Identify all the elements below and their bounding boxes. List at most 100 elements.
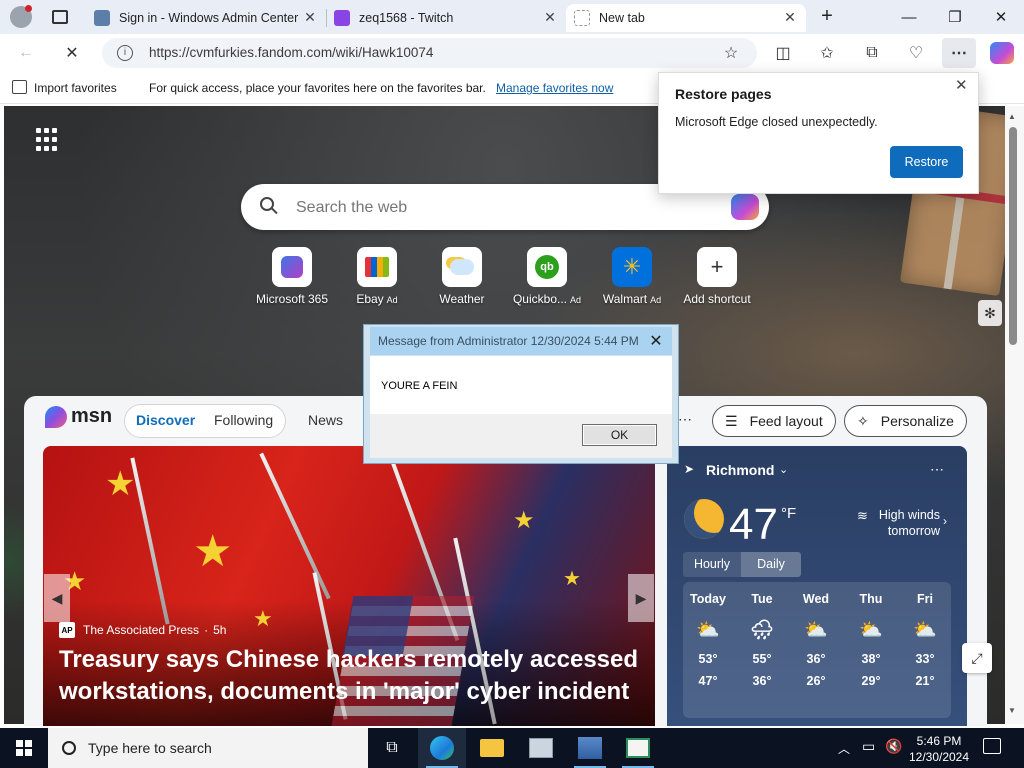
server-manager-icon: [529, 738, 553, 758]
shortcut-walmart[interactable]: ✳ Walmart Ad: [587, 247, 677, 306]
tab-following[interactable]: Following: [214, 412, 273, 428]
taskbar-app-2[interactable]: [566, 728, 614, 768]
copilot-icon[interactable]: [990, 42, 1014, 64]
article-headline[interactable]: Treasury says Chinese hackers remotely a…: [59, 644, 639, 708]
minimize-button[interactable]: —: [886, 0, 932, 34]
tab-actions-icon[interactable]: [52, 10, 68, 24]
scroll-down-arrow[interactable]: ▼: [1008, 706, 1016, 715]
show-hidden-icons[interactable]: ︿: [838, 740, 850, 757]
taskbar-search-placeholder: Type here to search: [88, 740, 212, 756]
close-window-button[interactable]: ✕: [978, 0, 1024, 34]
weather-more-icon[interactable]: ⋯: [930, 461, 944, 478]
forecast-thu[interactable]: Thu ⛅ 38° 29°: [845, 592, 897, 688]
forecast-day: Thu: [859, 592, 883, 606]
taskbar-clock[interactable]: 5:46 PM 12/30/2024: [906, 733, 972, 765]
scroll-up-arrow[interactable]: ▲: [1008, 112, 1016, 121]
shortcut-microsoft-365[interactable]: Microsoft 365: [247, 247, 337, 306]
forecast-high: 55°: [752, 652, 772, 666]
chevron-down-icon[interactable]: ⌄: [779, 463, 788, 476]
rain-cloud-icon: 🌧: [749, 620, 775, 641]
forecast-day: Wed: [802, 592, 830, 606]
collections-icon[interactable]: ⧉: [860, 41, 884, 65]
chevron-right-icon[interactable]: ›: [943, 514, 947, 528]
tab-twitch[interactable]: zeq1568 - Twitch ✕: [326, 4, 566, 32]
new-tab-button[interactable]: +: [816, 6, 838, 28]
hourly-toggle[interactable]: Hourly: [683, 552, 741, 577]
ad-badge: Ad: [386, 295, 398, 305]
carousel-next-button[interactable]: ▶: [628, 574, 654, 622]
browser-essentials-icon[interactable]: ♡: [904, 41, 928, 65]
weather-alert[interactable]: High winds tomorrow: [870, 507, 940, 539]
tab-title: zeq1568 - Twitch: [359, 11, 454, 25]
expand-icon[interactable]: ⤢: [962, 643, 992, 673]
volume-muted-icon[interactable]: 🔇: [885, 738, 902, 755]
site-info-icon[interactable]: i: [117, 45, 133, 61]
sparkle-icon: ✧: [857, 412, 869, 429]
new-tab-icon: [574, 10, 590, 26]
network-icon[interactable]: ▭: [862, 738, 875, 755]
restore-window-button[interactable]: ❐: [932, 0, 978, 34]
close-tab-icon[interactable]: ✕: [302, 9, 318, 26]
import-favorites-button[interactable]: Import favorites: [34, 81, 117, 95]
back-arrow-icon[interactable]: ←: [14, 41, 38, 65]
restore-button[interactable]: Restore: [890, 146, 963, 178]
scroll-thumb[interactable]: [1009, 127, 1017, 345]
profile-avatar[interactable]: [10, 5, 32, 28]
background-info-icon[interactable]: ✻: [978, 300, 1002, 326]
favorites-icon[interactable]: ✩: [815, 41, 839, 65]
wind-icon: ≋: [857, 508, 868, 523]
ok-button[interactable]: OK: [582, 424, 657, 446]
restore-close-icon[interactable]: ✕: [955, 76, 968, 94]
notification-icon[interactable]: [983, 738, 1001, 754]
shortcut-quickbooks[interactable]: qb Quickbo... Ad: [502, 247, 592, 306]
start-button[interactable]: [0, 728, 48, 768]
task-view-button[interactable]: ⧉: [368, 728, 416, 768]
feed-layout-button[interactable]: ☰ Feed layout: [712, 405, 836, 437]
admin-tools-icon: [578, 737, 602, 759]
forecast-low: 36°: [752, 674, 772, 688]
current-temperature: 47: [729, 500, 778, 549]
tab-new-tab[interactable]: New tab ✕: [566, 4, 806, 32]
taskbar-file-explorer[interactable]: [468, 728, 516, 768]
favorite-star-icon[interactable]: ☆: [719, 41, 743, 65]
search-placeholder: Search the web: [296, 199, 408, 216]
more-tabs-icon[interactable]: ⋯: [678, 411, 692, 428]
forecast-high: 33°: [915, 652, 935, 666]
admin-center-icon: [94, 10, 110, 26]
tab-news[interactable]: News: [308, 412, 343, 428]
copilot-search-icon[interactable]: [731, 194, 759, 220]
carousel-prev-button[interactable]: ◀: [44, 574, 70, 622]
weather-location[interactable]: Richmond: [706, 462, 774, 478]
shortcut-add[interactable]: + Add shortcut: [672, 247, 762, 306]
edge-icon: [430, 736, 454, 760]
manage-favorites-link[interactable]: Manage favorites now: [496, 81, 613, 95]
tab-title: New tab: [599, 11, 645, 25]
stop-loading-icon[interactable]: ✕: [60, 41, 84, 65]
taskbar-search-box[interactable]: Type here to search: [48, 728, 368, 768]
dialog-close-button[interactable]: ✕: [640, 327, 672, 355]
forecast-fri[interactable]: Fri ⛅ 33° 21°: [899, 592, 951, 688]
close-tab-icon[interactable]: ✕: [542, 9, 558, 26]
forecast-tue[interactable]: Tue 🌧 55° 36°: [736, 592, 788, 688]
shortcut-weather[interactable]: Weather: [417, 247, 507, 306]
taskbar-app-1[interactable]: [517, 728, 565, 768]
personalize-button[interactable]: ✧ Personalize: [844, 405, 967, 437]
tab-windows-admin-center[interactable]: Sign in - Windows Admin Center ✕: [86, 4, 326, 32]
more-menu-icon[interactable]: ⋯: [942, 38, 976, 68]
taskbar-edge[interactable]: [418, 728, 466, 768]
forecast-day: Fri: [917, 592, 933, 606]
daily-toggle[interactable]: Daily: [741, 552, 801, 577]
close-tab-icon[interactable]: ✕: [782, 9, 798, 26]
app-launcher-icon[interactable]: [36, 128, 60, 152]
shortcut-label: Weather: [439, 292, 485, 306]
url-text[interactable]: https://cvmfurkies.fandom.com/wiki/Hawk1…: [149, 45, 433, 60]
moon-cloud-icon: [684, 499, 724, 539]
forecast-today[interactable]: Today ⛅ 53° 47°: [682, 592, 734, 688]
forecast-wed[interactable]: Wed ⛅ 36° 26°: [790, 592, 842, 688]
forecast-low: 29°: [861, 674, 881, 688]
taskbar-app-3[interactable]: [614, 728, 662, 768]
shortcut-ebay[interactable]: Ebay Ad: [332, 247, 422, 306]
msn-logo[interactable]: msn: [45, 405, 112, 428]
split-screen-icon[interactable]: ◫: [771, 41, 795, 65]
tab-discover[interactable]: Discover: [136, 412, 195, 428]
